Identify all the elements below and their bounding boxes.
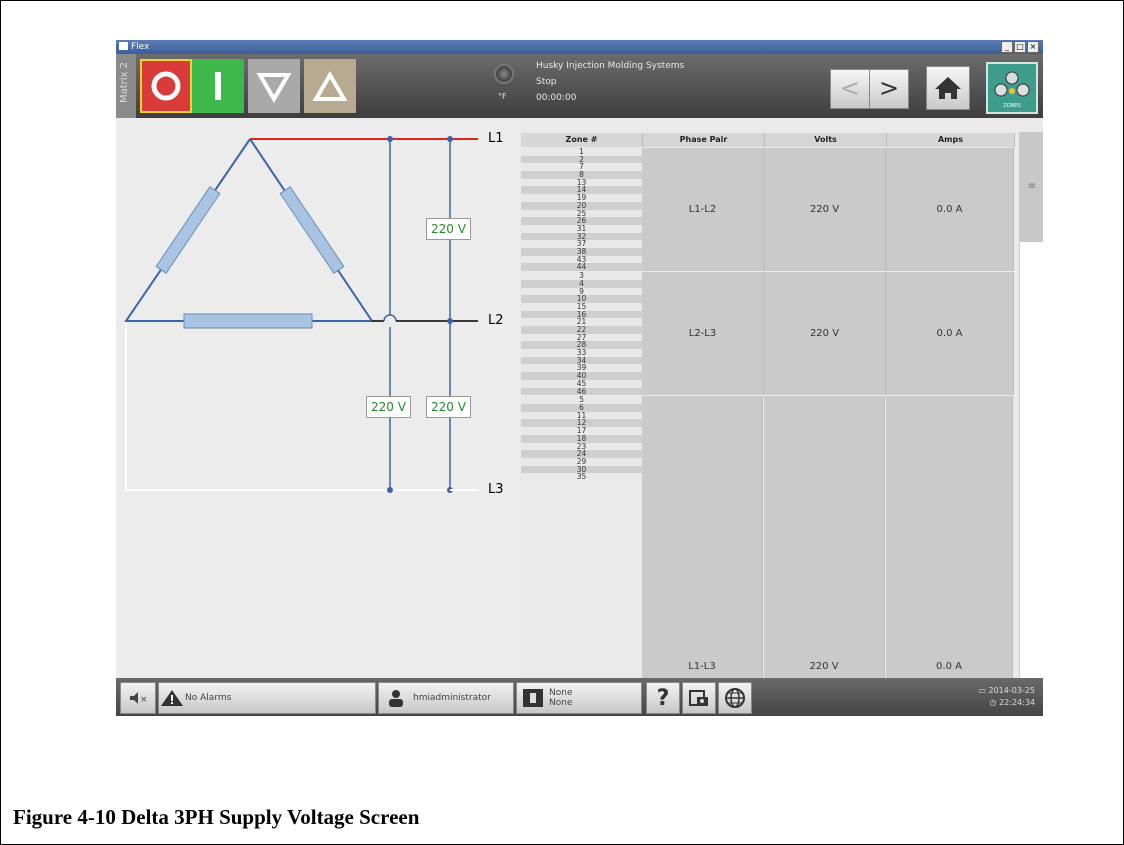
- delta-diagram: L1 L2 L3 220 V 220 V 220 V: [116, 118, 520, 678]
- mold-name: None: [549, 688, 573, 698]
- voltage-l2-l3: 220 V: [426, 396, 471, 418]
- cycle-time: 00:00:00: [536, 93, 577, 103]
- language-button[interactable]: [718, 682, 752, 714]
- zones-badge: ZONES: [1003, 103, 1020, 109]
- title-bar: Flex _ □ ×: [116, 40, 1043, 54]
- volts-cell: 220 V: [764, 272, 886, 396]
- table-header: Zone # Phase Pair Volts Amps: [521, 133, 1015, 147]
- matrix-label: Matrix 2: [119, 62, 130, 104]
- app-icon: [119, 42, 128, 50]
- start-icon: [215, 72, 221, 100]
- close-button[interactable]: ×: [1027, 41, 1039, 53]
- col-phase-pair: Phase Pair: [643, 133, 765, 147]
- camera-icon: [689, 690, 708, 706]
- volts-cell: 220 V: [764, 396, 885, 678]
- help-button[interactable]: ?: [646, 682, 680, 714]
- system-info: Husky Injection Molding Systems Stop 00:…: [536, 58, 684, 106]
- zone-table: Zone # Phase Pair Volts Amps 1 2 7 8 13 14 19 2…: [521, 118, 1015, 678]
- col-volts: Volts: [765, 133, 887, 147]
- zones-button[interactable]: ZONES: [986, 62, 1038, 114]
- minimize-button[interactable]: _: [1001, 41, 1013, 53]
- zone-row: 46: [521, 387, 642, 396]
- phase-pair-cell: L2-L3: [642, 272, 764, 396]
- machine-state: Stop: [536, 77, 557, 87]
- phase-pair-cell: L1-L3: [642, 396, 763, 678]
- zone-group: 5 6 11 12 17 18 23 24 29 30 35 L1-L3 220 V 0.0 A: [521, 396, 1015, 678]
- back-button[interactable]: <: [830, 69, 870, 109]
- zone-row: 35: [521, 473, 642, 481]
- status-bar: × No Alarms hmiadministrator None None ?…: [116, 678, 1043, 716]
- col-zone: Zone #: [521, 133, 643, 147]
- zone-list: 3 4 9 10 15 16 21 22 27 28 33 34 39 40 45 46: [521, 272, 642, 396]
- date-text: 2014-03-25: [988, 686, 1036, 695]
- mode-down-button[interactable]: [248, 59, 300, 113]
- mold-sub: None: [549, 698, 573, 708]
- scrollbar[interactable]: ≡: [1019, 132, 1043, 678]
- mute-button[interactable]: ×: [120, 682, 156, 714]
- zone-group: 1 2 7 8 13 14 19 20 25 26 31 32 37 38 43 44 L1-L2 220 V 0.…: [521, 148, 1015, 272]
- amps-cell: 0.0 A: [886, 396, 1013, 678]
- zone-list: 5 6 11 12 17 18 23 24 29 30 35: [521, 396, 642, 481]
- warning-icon: [161, 690, 183, 706]
- maximize-button[interactable]: □: [1014, 41, 1026, 53]
- app-window: Flex _ □ × Matrix 2 °F Husky Injection M…: [116, 40, 1043, 716]
- line-label-l1: L1: [488, 131, 504, 146]
- home-icon: [935, 77, 961, 99]
- stop-button[interactable]: [140, 59, 192, 113]
- start-button[interactable]: [192, 59, 244, 113]
- voltage-l1-l3: 220 V: [366, 396, 411, 418]
- company-name: Husky Injection Molding Systems: [536, 61, 685, 71]
- clock-text: 22:24:34: [999, 698, 1035, 707]
- home-button[interactable]: [926, 66, 970, 110]
- speaker-mute-icon: ×: [130, 692, 148, 705]
- amps-cell: 0.0 A: [886, 272, 1014, 396]
- mold-icon: [523, 689, 543, 707]
- status-lamp-icon: [494, 64, 514, 84]
- alarms-button[interactable]: No Alarms: [158, 682, 376, 714]
- line-label-l2: L2: [488, 313, 504, 328]
- matrix-tab[interactable]: Matrix 2: [116, 54, 136, 118]
- user-icon: [389, 690, 403, 707]
- mode-up-button[interactable]: [304, 59, 356, 113]
- volts-cell: 220 V: [764, 148, 886, 272]
- svg-text:×: ×: [140, 695, 148, 705]
- main-content: L1 L2 L3 220 V 220 V 220 V Zone # Phase …: [116, 118, 1043, 678]
- alarm-text: No Alarms: [185, 693, 232, 703]
- user-name: hmiadministrator: [413, 693, 491, 703]
- voltage-l1-l2: 220 V: [426, 218, 471, 240]
- zone-list: 1 2 7 8 13 14 19 20 25 26 31 32 37 38 43 44: [521, 148, 642, 271]
- scroll-thumb[interactable]: ≡: [1020, 132, 1043, 242]
- line-label-l3: L3: [488, 482, 504, 497]
- triangle-up-icon: [312, 71, 348, 101]
- triangle-down-icon: [256, 73, 292, 103]
- zone-row: 44: [521, 263, 642, 271]
- globe-icon: [725, 688, 745, 708]
- amps-cell: 0.0 A: [886, 148, 1014, 272]
- temp-unit: °F: [498, 92, 507, 101]
- forward-button[interactable]: >: [869, 69, 909, 109]
- figure-caption: Figure 4-10 Delta 3PH Supply Voltage Scr…: [13, 805, 420, 829]
- screenshot-button[interactable]: [682, 682, 716, 714]
- stop-icon: [151, 71, 181, 101]
- mold-button[interactable]: None None: [516, 682, 642, 714]
- phase-pair-cell: L1-L2: [642, 148, 764, 272]
- user-button[interactable]: hmiadministrator: [378, 682, 514, 714]
- main-toolbar: Matrix 2 °F Husky Injection Molding Syst…: [116, 54, 1043, 118]
- zones-icon: ZONES: [994, 71, 1030, 109]
- datetime: ▭ 2014-03-25 ◷ 22:24:34: [978, 686, 1036, 707]
- window-controls: _ □ ×: [1001, 41, 1039, 53]
- col-amps: Amps: [887, 133, 1015, 147]
- window-title: Flex: [131, 42, 150, 52]
- zone-group: 3 4 9 10 15 16 21 22 27 28 33 34 39 40 45 46 L2-L3 220 V0…: [521, 272, 1015, 396]
